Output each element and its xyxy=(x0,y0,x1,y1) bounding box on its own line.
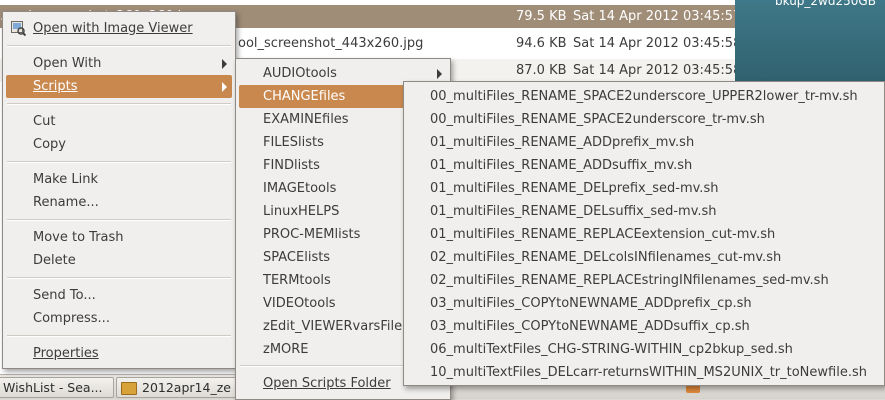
menu-item-label: Properties xyxy=(33,346,99,361)
script-item[interactable]: 01_multiFiles_RENAME_REPLACEextension_cu… xyxy=(404,223,884,246)
menu-item-label: Open With xyxy=(33,56,102,71)
script-item-label: 06_multiTextFiles_CHG-STRING-WITHIN_cp2b… xyxy=(430,342,793,357)
menu-item-move-to-trash[interactable]: Move to Trash xyxy=(3,226,235,249)
script-item[interactable]: 02_multiFiles_RENAME_DELcolsINfilenames_… xyxy=(404,246,884,269)
menu-item-label: zMORE xyxy=(263,342,309,357)
menu-item-label: Scripts xyxy=(33,79,78,94)
file-size: 79.5 KB xyxy=(516,9,567,24)
script-item-label: 01_multiFiles_RENAME_DELprefix_sed-mv.sh xyxy=(430,181,719,196)
image-viewer-icon xyxy=(11,21,26,36)
script-item[interactable]: 00_multiFiles_RENAME_SPACE2underscore_UP… xyxy=(404,85,884,108)
menu-item-label: Copy xyxy=(33,137,66,152)
chevron-right-icon xyxy=(437,69,442,79)
menu-item-label: IMAGEtools xyxy=(263,181,337,196)
taskbar-item-label: WishList - Sea... xyxy=(3,380,103,395)
file-date: Sat 14 Apr 2012 03:45:58 xyxy=(573,36,742,51)
menu-item-label: Move to Trash xyxy=(33,230,124,245)
script-item-label: 03_multiFiles_COPYtoNEWNAME_ADDsuffix_cp… xyxy=(430,319,750,334)
menu-item-rename[interactable]: Rename... xyxy=(3,191,235,214)
menu-item-scripts[interactable]: Scripts xyxy=(6,75,232,98)
menu-item-open-with[interactable]: Open With xyxy=(3,52,235,75)
menu-item-label: Send To... xyxy=(33,288,96,303)
menu-separator xyxy=(7,277,231,279)
menu-item-label: PROC-MEMlists xyxy=(263,227,361,242)
menu-item-delete[interactable]: Delete xyxy=(3,249,235,272)
menu-separator xyxy=(7,45,231,47)
menu-item-cut[interactable]: Cut xyxy=(3,110,235,133)
script-item-label: 01_multiFiles_RENAME_ADDsuffix_mv.sh xyxy=(430,158,693,173)
menu-item-label: VIDEOtools xyxy=(263,296,336,311)
script-item-label: 01_multiFiles_RENAME_REPLACEextension_cu… xyxy=(430,227,776,242)
menu-item-label: Open Scripts Folder xyxy=(263,376,391,391)
menu-item-label: Open with Image Viewer xyxy=(33,21,193,36)
desktop-drive-label[interactable]: bkup_2wd250GB xyxy=(775,0,876,8)
menu-item-label: Compress... xyxy=(33,311,110,326)
script-item[interactable]: 03_multiFiles_COPYtoNEWNAME_ADDprefix_cp… xyxy=(404,292,884,315)
menu-item-compress[interactable]: Compress... xyxy=(3,307,235,330)
script-item-label: 10_multiTextFiles_DELcarr-returnsWITHIN_… xyxy=(430,365,867,380)
menu-item-label: FILESlists xyxy=(263,135,324,150)
script-item-label: 01_multiFiles_RENAME_DELsuffix_sed-mv.sh xyxy=(430,204,717,219)
menu-item-label: Make Link xyxy=(33,172,98,187)
menu-separator xyxy=(7,161,231,163)
script-item[interactable]: 03_multiFiles_COPYtoNEWNAME_ADDsuffix_cp… xyxy=(404,315,884,338)
file-size: 94.6 KB xyxy=(516,36,567,51)
menu-item-label: Delete xyxy=(33,253,76,268)
script-item[interactable]: 00_multiFiles_RENAME_SPACE2underscore_tr… xyxy=(404,108,884,131)
taskbar-item-wishlist[interactable]: WishList - Sea... xyxy=(0,377,114,398)
script-item-label: 03_multiFiles_COPYtoNEWNAME_ADDprefix_cp… xyxy=(430,296,752,311)
menu-item-send-to[interactable]: Send To... xyxy=(3,284,235,307)
menu-item-label: LinuxHELPS xyxy=(263,204,340,219)
menu-item-label: AUDIOtools xyxy=(263,66,337,81)
menu-item-label: EXAMINEfiles xyxy=(263,112,349,127)
script-item-label: 00_multiFiles_RENAME_SPACE2underscore_UP… xyxy=(430,89,858,104)
context-menu: Open with Image Viewer Open With Scripts… xyxy=(2,11,236,369)
chevron-right-icon xyxy=(222,82,227,92)
menu-item-label: Cut xyxy=(33,114,56,129)
file-size: 87.0 KB xyxy=(516,63,567,78)
script-item[interactable]: 01_multiFiles_RENAME_ADDsuffix_mv.sh xyxy=(404,154,884,177)
script-item-label: 02_multiFiles_RENAME_DELcolsINfilenames_… xyxy=(430,250,782,265)
menu-item-label: CHANGEfiles xyxy=(263,89,346,104)
menu-item-label: Rename... xyxy=(33,195,99,210)
script-item-label: 00_multiFiles_RENAME_SPACE2underscore_tr… xyxy=(430,112,765,127)
menu-item-open-with-image-viewer[interactable]: Open with Image Viewer xyxy=(3,17,235,40)
menu-item-label: TERMtools xyxy=(263,273,331,288)
changefiles-submenu: 00_multiFiles_RENAME_SPACE2underscore_UP… xyxy=(403,81,885,386)
folder-icon xyxy=(121,382,137,395)
menu-item-make-link[interactable]: Make Link xyxy=(3,168,235,191)
taskbar-item-label: 2012apr14_ze xyxy=(142,380,231,395)
script-item[interactable]: 10_multiTextFiles_DELcarr-returnsWITHIN_… xyxy=(404,361,884,384)
script-item-label: 01_multiFiles_RENAME_ADDprefix_mv.sh xyxy=(430,135,695,150)
menu-separator xyxy=(7,335,231,337)
script-item-label: 02_multiFiles_RENAME_REPLACEstringINfile… xyxy=(430,273,829,288)
script-item[interactable]: 01_multiFiles_RENAME_ADDprefix_mv.sh xyxy=(404,131,884,154)
menu-item-label: SPACElists xyxy=(263,250,331,265)
file-date: Sat 14 Apr 2012 03:45:58 xyxy=(573,63,742,78)
menu-item-label: FINDlists xyxy=(263,158,320,173)
script-item[interactable]: 01_multiFiles_RENAME_DELsuffix_sed-mv.sh xyxy=(404,200,884,223)
menu-separator xyxy=(7,103,231,105)
menu-item-label: zEdit_VIEWERvarsFile xyxy=(263,319,403,334)
script-item[interactable]: 01_multiFiles_RENAME_DELprefix_sed-mv.sh xyxy=(404,177,884,200)
file-name: ool_screenshot_443x260.jpg xyxy=(238,36,424,51)
taskbar-item-folder[interactable]: 2012apr14_ze xyxy=(116,377,242,398)
script-item[interactable]: 06_multiTextFiles_CHG-STRING-WITHIN_cp2b… xyxy=(404,338,884,361)
chevron-right-icon xyxy=(222,59,227,69)
menu-item-properties[interactable]: Properties xyxy=(3,342,235,365)
script-item[interactable]: 02_multiFiles_RENAME_REPLACEstringINfile… xyxy=(404,269,884,292)
menu-item-copy[interactable]: Copy xyxy=(3,133,235,156)
menu-separator xyxy=(7,219,231,221)
file-date: Sat 14 Apr 2012 03:45:57 xyxy=(573,9,742,24)
